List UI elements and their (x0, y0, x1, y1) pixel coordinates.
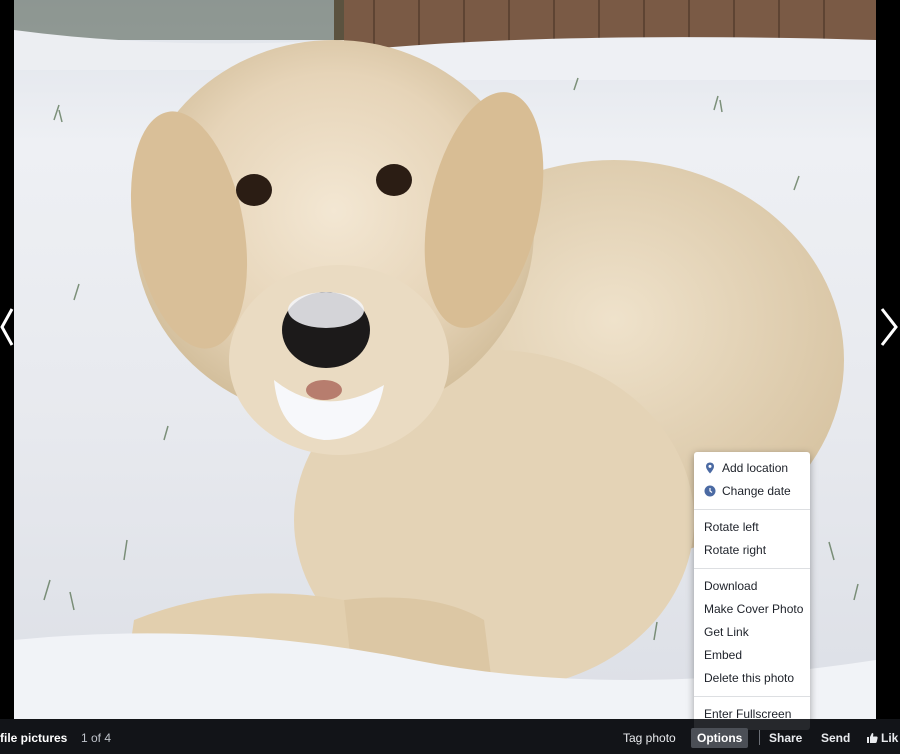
menu-separator (694, 696, 810, 697)
menu-item-delete-photo[interactable]: Delete this photo (694, 667, 810, 690)
footer-divider (759, 730, 760, 745)
next-photo-arrow[interactable] (876, 307, 900, 347)
menu-label: Change date (722, 484, 791, 498)
share-button[interactable]: Share (769, 731, 802, 745)
chevron-right-icon (880, 308, 898, 346)
menu-item-download[interactable]: Download (694, 575, 810, 598)
send-button[interactable]: Send (821, 731, 850, 745)
photo-footer-bar: file pictures 1 of 4 Tag photo Options S… (0, 719, 900, 754)
menu-separator (694, 509, 810, 510)
tag-photo-button[interactable]: Tag photo (623, 731, 676, 745)
clock-icon (704, 485, 716, 497)
previous-photo-arrow[interactable] (0, 307, 24, 347)
like-button[interactable]: Lik (866, 731, 898, 745)
menu-item-embed[interactable]: Embed (694, 644, 810, 667)
options-menu: Add location Change date Rotate left Rot… (694, 452, 810, 730)
menu-item-change-date[interactable]: Change date (694, 480, 810, 503)
menu-item-add-location[interactable]: Add location (694, 457, 810, 480)
location-pin-icon (706, 462, 714, 474)
options-button[interactable]: Options (691, 728, 749, 748)
menu-label: Add location (722, 461, 789, 475)
menu-separator (694, 568, 810, 569)
chevron-left-icon (0, 308, 14, 346)
thumbs-up-icon (867, 733, 878, 743)
like-label: Lik (881, 731, 899, 745)
photo-viewer: Add location Change date Rotate left Rot… (0, 0, 900, 754)
menu-item-get-link[interactable]: Get Link (694, 621, 810, 644)
menu-item-make-cover-photo[interactable]: Make Cover Photo (694, 598, 810, 621)
menu-item-rotate-left[interactable]: Rotate left (694, 516, 810, 539)
menu-item-rotate-right[interactable]: Rotate right (694, 539, 810, 562)
album-title-link[interactable]: file pictures (0, 731, 67, 745)
photo-count: 1 of 4 (81, 731, 112, 745)
